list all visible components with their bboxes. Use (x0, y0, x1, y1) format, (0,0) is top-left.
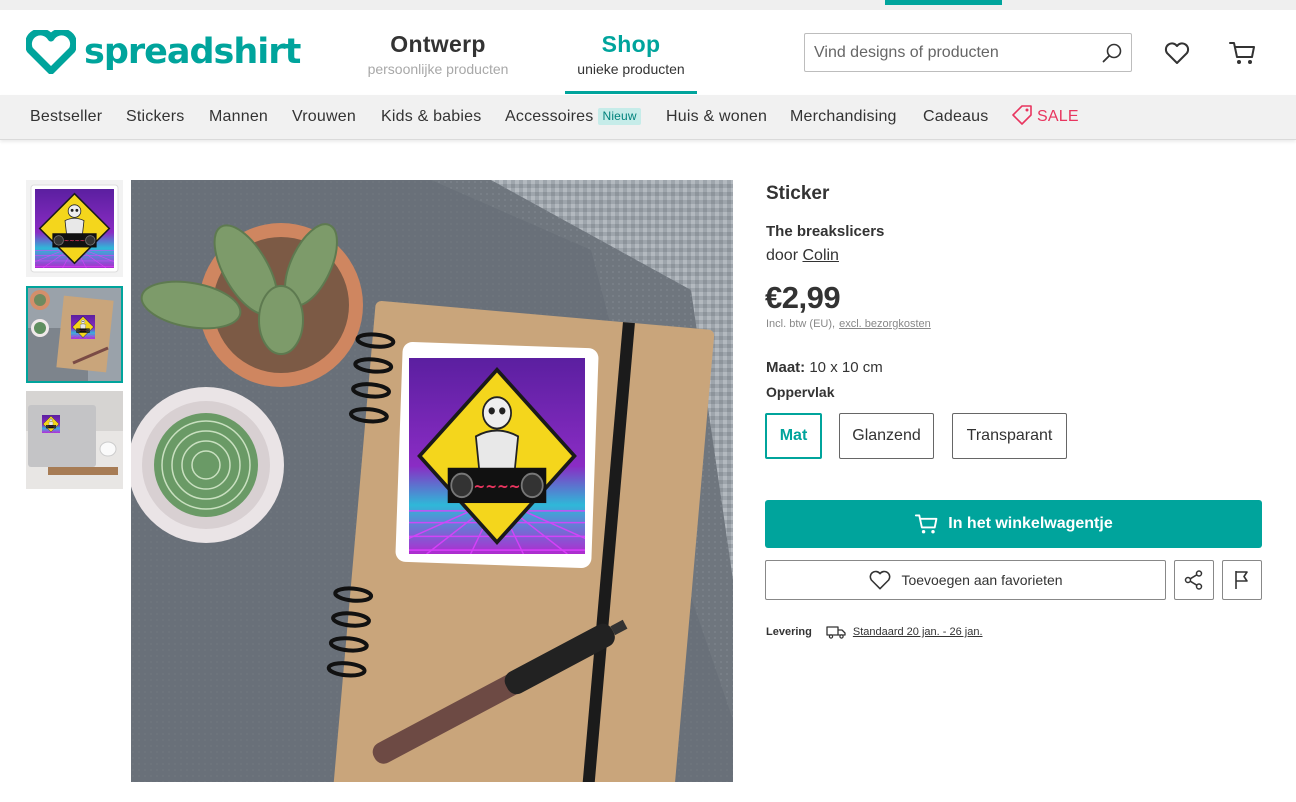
thumbnail-laptop-image (26, 391, 123, 489)
product-price: €2,99 (765, 280, 841, 315)
category-bestseller[interactable]: Bestseller (30, 95, 102, 139)
shipping-costs-link[interactable]: excl. bezorgkosten (839, 318, 931, 330)
truck-icon (826, 626, 846, 639)
category-bar: Bestseller Stickers Mannen Vrouwen Kids … (0, 95, 1296, 140)
thumbnail-notebook-image (28, 288, 121, 381)
add-to-cart-label: In het winkelwagentje (948, 515, 1113, 532)
cart-icon (915, 514, 938, 534)
search-input[interactable] (814, 34, 1094, 71)
sale-label: SALE (1037, 108, 1079, 125)
brand-name: spreadshirt (84, 32, 301, 72)
tab-ontwerp[interactable]: Ontwerp persoonlijke producten (362, 30, 514, 78)
delivery-label: Levering (766, 626, 812, 638)
category-sale[interactable]: SALE (1011, 95, 1079, 139)
share-button[interactable] (1174, 560, 1214, 600)
tab-shop-sublabel: unieke producten (577, 61, 685, 77)
surface-option-glanzend[interactable]: Glanzend (839, 413, 934, 459)
add-to-favorites-label: Toevoegen aan favorieten (901, 572, 1063, 588)
cart-icon[interactable] (1228, 38, 1258, 68)
size-value: 10 x 10 cm (809, 359, 883, 376)
category-mannen[interactable]: Mannen (209, 95, 268, 139)
top-strip-accent (885, 0, 1002, 5)
tax-note-text: Incl. btw (EU), (766, 318, 836, 330)
tab-shop-label: Shop (601, 31, 661, 57)
surface-option-mat[interactable]: Mat (765, 413, 822, 459)
size-info: Maat: 10 x 10 cm (766, 359, 883, 376)
thumbnail-sticker-design-image (26, 180, 123, 277)
logo-heart-icon (26, 30, 76, 74)
category-stickers[interactable]: Stickers (126, 95, 185, 139)
thumbnail-notebook[interactable] (26, 286, 123, 383)
category-vrouwen[interactable]: Vrouwen (292, 95, 356, 139)
tab-ontwerp-sublabel: persoonlijke producten (367, 61, 509, 77)
delivery-link[interactable]: Standaard 20 jan. - 26 jan. (853, 626, 983, 638)
delivery-info: Levering Standaard 20 jan. - 26 jan. (766, 625, 983, 639)
product-name: The breakslicers (766, 223, 885, 240)
new-badge: Nieuw (598, 108, 641, 125)
size-label: Maat: (766, 359, 806, 376)
tab-ontwerp-label: Ontwerp (390, 31, 486, 57)
search-box (804, 33, 1132, 72)
logo[interactable]: spreadshirt (26, 30, 301, 74)
surface-option-transparant[interactable]: Transparant (952, 413, 1067, 459)
thumbnail-laptop[interactable] (26, 391, 123, 489)
price-tag-icon (1012, 105, 1032, 125)
heart-icon (870, 570, 891, 590)
add-to-cart-button[interactable]: In het winkelwagentje (765, 500, 1262, 548)
category-kids-babies[interactable]: Kids & babies (381, 95, 481, 139)
category-cadeaus[interactable]: Cadeaus (923, 95, 988, 139)
flag-icon (1235, 571, 1248, 589)
top-strip (0, 0, 1296, 10)
search-icon[interactable] (1101, 42, 1123, 64)
author-link[interactable]: Colin (802, 247, 838, 264)
category-merchandising[interactable]: Merchandising (790, 95, 897, 139)
category-huis-wonen[interactable]: Huis & wonen (666, 95, 767, 139)
product-type: Sticker (766, 183, 830, 204)
add-to-favorites-button[interactable]: Toevoegen aan favorieten (765, 560, 1166, 600)
surface-label: Oppervlak (766, 384, 835, 400)
product-main-image (131, 180, 733, 782)
tab-shop[interactable]: Shop unieke producten (565, 30, 697, 94)
heart-icon[interactable] (1162, 38, 1192, 68)
tax-note: Incl. btw (EU), excl. bezorgkosten (766, 318, 931, 330)
share-icon (1184, 570, 1203, 590)
category-accessoires[interactable]: Accessoires Nieuw (505, 95, 641, 139)
product-author: door Colin (766, 247, 839, 265)
author-prefix: door (766, 247, 799, 264)
report-button[interactable] (1222, 560, 1262, 600)
category-accessoires-label: Accessoires (505, 108, 594, 125)
thumbnail-sticker-design[interactable] (26, 180, 123, 277)
